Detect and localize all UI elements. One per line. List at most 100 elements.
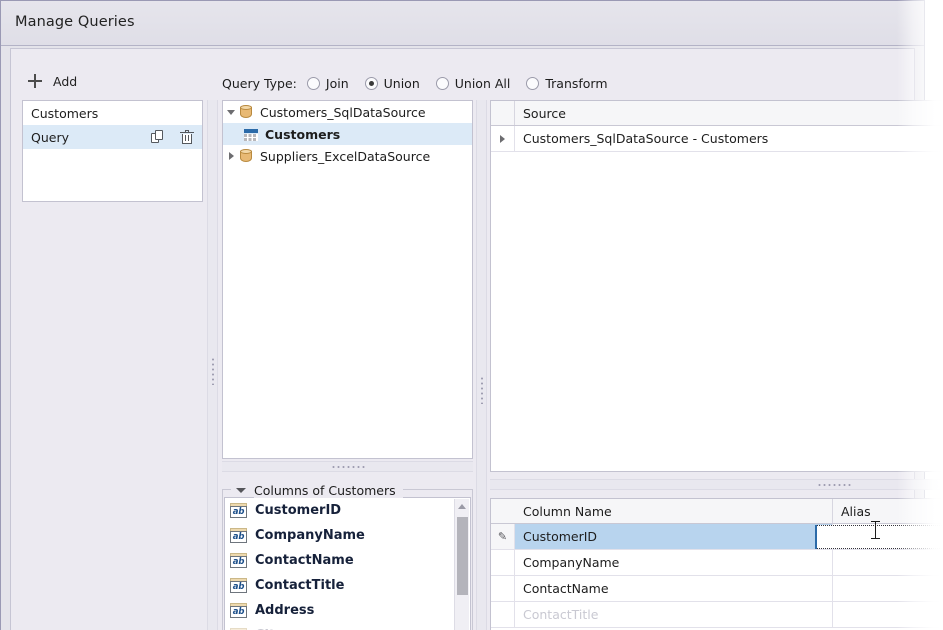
query-type-group: Query Type: Join Union Union All Transfo…	[222, 73, 624, 93]
radio-label: Union All	[455, 76, 511, 91]
cell-column-name[interactable]: CustomerID	[515, 524, 833, 549]
row-indicator-header	[491, 101, 515, 125]
column-item-label: CustomerID	[255, 503, 341, 518]
radio-icon	[526, 77, 539, 90]
chevron-down-icon[interactable]	[223, 110, 239, 115]
row-expander[interactable]	[491, 126, 515, 151]
ab-text-icon: ab	[230, 603, 247, 618]
trash-icon[interactable]	[180, 130, 194, 145]
table-icon	[244, 128, 258, 141]
cell-source: Customers_SqlDataSource - Customers	[515, 126, 768, 151]
database-icon	[239, 149, 253, 164]
cell-column-name[interactable]: ContactTitle	[515, 602, 833, 627]
add-query-label: Add	[53, 74, 77, 89]
data-source-tree[interactable]: Customers_SqlDataSource Customers Suppli…	[222, 100, 473, 459]
tree-node-table[interactable]: Customers	[223, 123, 472, 145]
scroll-up-icon[interactable]	[455, 499, 469, 514]
tree-node-datasource[interactable]: Customers_SqlDataSource	[223, 101, 472, 123]
radio-label: Transform	[545, 76, 607, 91]
columns-group: ab CustomerID ab CompanyName ab ContactN…	[222, 482, 473, 630]
scrollbar-thumb[interactable]	[457, 517, 468, 595]
radio-label: Join	[326, 76, 349, 91]
row-indicator	[491, 576, 515, 601]
list-item[interactable]: ab CustomerID	[225, 498, 470, 523]
list-item[interactable]: ab City	[225, 623, 470, 630]
columns-group-legend: Columns of Customers	[222, 482, 403, 498]
chevron-right-icon[interactable]	[223, 152, 239, 160]
splitter-grip	[331, 465, 365, 468]
column-item-label: ContactTitle	[255, 578, 344, 593]
splitter-center-vertical[interactable]	[476, 100, 487, 630]
radio-join[interactable]: Join	[307, 76, 349, 91]
ab-text-icon: ab	[230, 503, 247, 518]
query-list[interactable]: Customers Query	[22, 100, 203, 202]
column-item-label: CompanyName	[255, 528, 365, 543]
column-item-label: Address	[255, 603, 314, 618]
table-row[interactable]: Customers_SqlDataSource - Customers	[491, 126, 943, 152]
columns-group-title: Columns of Customers	[254, 483, 403, 498]
radio-icon	[307, 77, 320, 90]
ab-text-icon: ab	[230, 578, 247, 593]
column-item-label: ContactName	[255, 553, 354, 568]
splitter-grip	[480, 376, 483, 404]
copy-icon[interactable]	[151, 130, 166, 145]
row-indicator	[491, 550, 515, 575]
list-item[interactable]: ab ContactName	[225, 548, 470, 573]
tree-node-datasource[interactable]: Suppliers_ExcelDataSource	[223, 145, 472, 167]
chevron-down-icon[interactable]	[236, 488, 246, 493]
column-header-alias[interactable]: Alias	[833, 499, 943, 523]
columns-group-frame: ab CustomerID ab CompanyName ab ContactN…	[222, 489, 473, 630]
plus-icon	[27, 73, 43, 89]
row-edit-indicator: ✎	[491, 524, 515, 549]
tree-node-label: Customers_SqlDataSource	[260, 105, 426, 120]
column-header-column-name[interactable]: Column Name	[515, 499, 833, 523]
radio-icon	[365, 77, 378, 90]
splitter-left-horizontal[interactable]	[222, 461, 473, 472]
splitter-grip	[817, 483, 851, 486]
manage-queries-window: Manage Queries Add Customers Query	[0, 0, 925, 630]
list-item[interactable]: ab Address	[225, 598, 470, 623]
radio-icon	[436, 77, 449, 90]
list-item[interactable]: Customers	[23, 101, 202, 125]
query-list-item-label: Customers	[31, 106, 98, 121]
splitter-right-horizontal[interactable]	[490, 479, 943, 490]
list-item[interactable]: ab ContactTitle	[225, 573, 470, 598]
tree-node-label: Suppliers_ExcelDataSource	[260, 149, 430, 164]
database-icon	[239, 105, 253, 120]
table-row[interactable]: ContactTitle	[491, 602, 943, 628]
list-item[interactable]: Query	[23, 125, 202, 149]
splitter-left-vertical[interactable]	[207, 100, 218, 630]
query-list-item-label: Query	[31, 130, 69, 145]
table-row[interactable]: ContactName	[491, 576, 943, 602]
ab-text-icon: ab	[230, 553, 247, 568]
query-row-actions	[151, 125, 194, 149]
radio-union[interactable]: Union	[365, 76, 420, 91]
column-header-source[interactable]: Source	[515, 101, 566, 125]
source-grid-header: Source	[491, 101, 943, 126]
splitter-grip	[211, 357, 214, 385]
edit-pencil-icon: ✎	[498, 530, 507, 543]
table-row[interactable]: CompanyName	[491, 550, 943, 576]
query-type-label: Query Type:	[222, 76, 297, 91]
row-indicator	[491, 602, 515, 627]
tree-node-label: Customers	[265, 127, 340, 142]
list-item[interactable]: ab CompanyName	[225, 523, 470, 548]
window-title: Manage Queries	[15, 14, 135, 30]
column-mapping-grid[interactable]: Column Name Alias ✎ CustomerID CompanyNa…	[490, 498, 943, 630]
ab-text-icon: ab	[230, 528, 247, 543]
add-query-button[interactable]: Add	[27, 69, 147, 93]
screen: Manage Queries Add Customers Query	[0, 0, 943, 630]
radio-transform[interactable]: Transform	[526, 76, 607, 91]
cell-column-name[interactable]: ContactName	[515, 576, 833, 601]
cell-alias[interactable]	[833, 602, 943, 627]
columns-list-scrollbar[interactable]	[454, 499, 469, 630]
cell-alias[interactable]	[833, 550, 943, 575]
cell-column-name[interactable]: CompanyName	[515, 550, 833, 575]
text-ibeam-cursor	[871, 520, 880, 540]
window-titlebar: Manage Queries	[1, 1, 924, 46]
columns-list[interactable]: ab CustomerID ab CompanyName ab ContactN…	[224, 497, 471, 630]
radio-label: Union	[384, 76, 420, 91]
source-grid[interactable]: Source Customers_SqlDataSource - Custome…	[490, 100, 943, 472]
cell-alias[interactable]	[833, 576, 943, 601]
radio-union-all[interactable]: Union All	[436, 76, 511, 91]
